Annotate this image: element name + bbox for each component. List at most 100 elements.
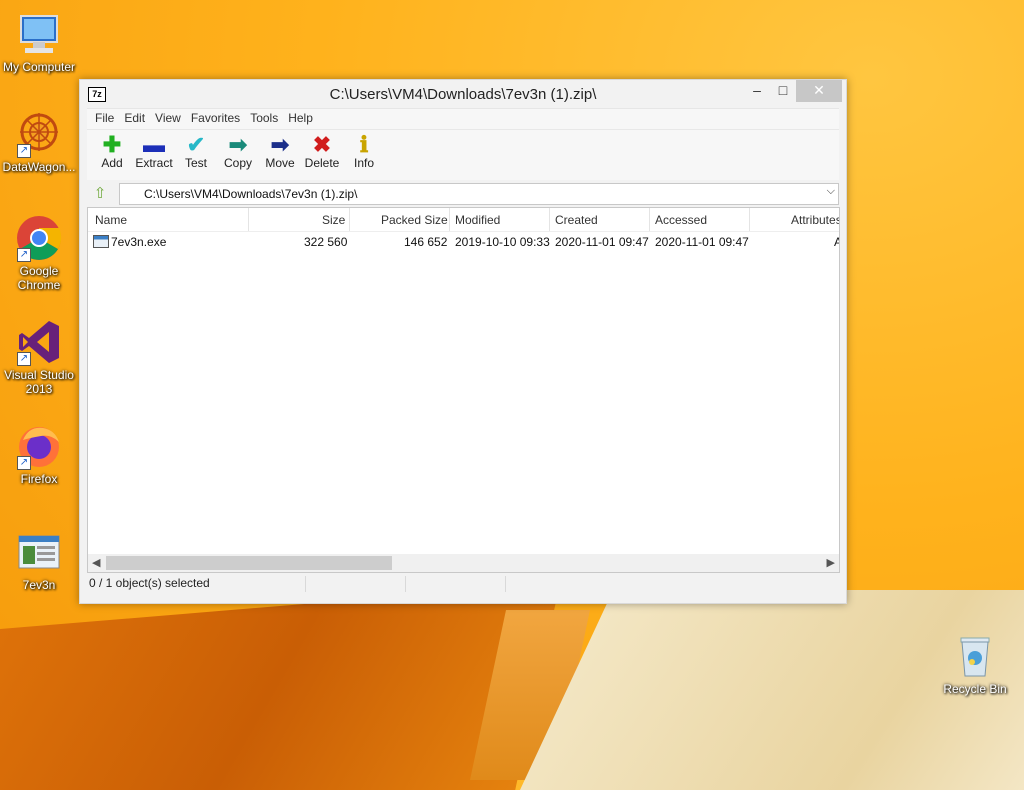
move-arrow-icon: ➡ [270, 132, 290, 157]
minimize-button[interactable]: – [744, 80, 770, 102]
desktop-icon-label: Google Chrome [17, 264, 61, 292]
column-attributes[interactable]: Attributes [791, 213, 839, 227]
add-button[interactable]: ✚ Add [91, 130, 133, 180]
maximize-button[interactable]: □ [770, 80, 796, 102]
cell-accessed: 2020-11-01 09:47 [655, 235, 749, 249]
desktop-icon-7ev3n[interactable]: 7ev3n [1, 528, 77, 592]
column-separator[interactable] [549, 208, 550, 231]
menu-tools[interactable]: Tools [246, 109, 284, 129]
chrome-icon: ↗ [15, 214, 63, 262]
title-bar[interactable]: 7z C:\Users\VM4\Downloads\7ev3n (1).zip\… [80, 80, 846, 108]
status-bar: 0 / 1 object(s) selected [87, 574, 838, 594]
close-button[interactable]: ✕ [796, 80, 842, 102]
visual-studio-icon: ↗ [15, 318, 63, 366]
window-title: C:\Users\VM4\Downloads\7ev3n (1).zip\ [329, 86, 597, 103]
move-label: Move [265, 156, 295, 170]
menu-bar: File Edit View Favorites Tools Help [87, 108, 839, 129]
minus-icon: ▬ [143, 132, 165, 157]
address-bar: ⇧ C:\Users\VM4\Downloads\7ev3n (1).zip\ … [87, 181, 839, 207]
table-row[interactable]: 7ev3n.exe 322 560 146 652 2019-10-10 09:… [88, 232, 839, 252]
desktop-icon-firefox[interactable]: ↗ Firefox [1, 422, 77, 486]
cell-attributes: A [834, 235, 839, 249]
copy-arrow-icon: ➡ [228, 132, 248, 157]
scroll-left-icon[interactable]: ◀ [92, 556, 100, 569]
desktop-icon-datawagon[interactable]: ↗ DataWagon... [1, 110, 77, 174]
datawagon-icon: ↗ [15, 110, 63, 158]
test-label: Test [184, 156, 207, 170]
cell-modified: 2019-10-10 09:33 [455, 235, 550, 249]
scroll-thumb[interactable] [106, 556, 392, 570]
status-selection: 0 / 1 object(s) selected [89, 576, 210, 590]
column-packed-size[interactable]: Packed Size [381, 213, 448, 227]
cell-created: 2020-11-01 09:47 [555, 235, 649, 249]
computer-icon [15, 10, 63, 58]
desktop-icon-google-chrome[interactable]: ↗ Google Chrome [1, 214, 77, 292]
column-size[interactable]: Size [322, 213, 345, 227]
menu-view[interactable]: View [151, 109, 187, 129]
column-separator[interactable] [649, 208, 650, 231]
status-cell-4 [507, 574, 509, 594]
info-icon: ℹ [359, 132, 369, 157]
desktop-icon-label: Visual Studio 2013 [4, 368, 74, 396]
desktop-icon-recycle-bin[interactable]: Recycle Bin [937, 632, 1013, 696]
cell-name: 7ev3n.exe [111, 235, 167, 249]
desktop-icon-label: My Computer [2, 60, 76, 74]
delete-button[interactable]: ✖ Delete [301, 130, 343, 180]
delete-label: Delete [304, 156, 340, 170]
info-button[interactable]: ℹ Info [343, 130, 385, 180]
column-created[interactable]: Created [555, 213, 598, 227]
cell-size: 322 560 [304, 235, 348, 249]
menu-favorites[interactable]: Favorites [187, 109, 246, 129]
firefox-icon: ↗ [15, 422, 63, 470]
desktop-icon-label: Recycle Bin [943, 682, 1007, 696]
desktop-icon-label: DataWagon... [2, 160, 76, 174]
status-separator [405, 576, 406, 592]
move-button[interactable]: ➡ Move [259, 130, 301, 180]
delete-x-icon: ✖ [312, 132, 332, 157]
extract-label: Extract [135, 156, 173, 170]
column-separator[interactable] [449, 208, 450, 231]
column-separator[interactable] [248, 208, 249, 231]
menu-help[interactable]: Help [284, 109, 319, 129]
extract-button[interactable]: ▬ Extract [133, 130, 175, 180]
shortcut-arrow-icon: ↗ [17, 352, 31, 366]
recycle-bin-icon [951, 632, 999, 680]
exe-file-icon [93, 235, 109, 248]
up-folder-icon[interactable]: ⇧ [91, 185, 109, 203]
test-button[interactable]: ✔ Test [175, 130, 217, 180]
column-accessed[interactable]: Accessed [655, 213, 707, 227]
cell-packed-size: 146 652 [404, 235, 448, 249]
desktop-icon-visual-studio[interactable]: ↗ Visual Studio 2013 [1, 318, 77, 396]
scroll-right-icon[interactable]: ▶ [827, 556, 835, 569]
info-label: Info [353, 156, 374, 170]
list-header: Name Size Packed Size Modified Created A… [88, 208, 839, 232]
column-modified[interactable]: Modified [455, 213, 500, 227]
file-list[interactable]: Name Size Packed Size Modified Created A… [87, 207, 840, 573]
add-label: Add [101, 156, 123, 170]
status-cell-2 [307, 574, 309, 594]
column-name[interactable]: Name [95, 213, 127, 227]
status-separator [505, 576, 506, 592]
status-separator [305, 576, 306, 592]
toolbar: ✚ Add ▬ Extract ✔ Test ➡ Copy ➡ Move ✖ D… [87, 129, 839, 180]
shortcut-arrow-icon: ↗ [17, 456, 31, 470]
copy-button[interactable]: ➡ Copy [217, 130, 259, 180]
shortcut-arrow-icon: ↗ [17, 248, 31, 262]
desktop-icon-my-computer[interactable]: My Computer [1, 10, 77, 74]
menu-file[interactable]: File [91, 109, 120, 129]
desktop-icon-label: Firefox [20, 472, 58, 486]
check-icon: ✔ [186, 132, 206, 157]
column-separator[interactable] [749, 208, 750, 231]
horizontal-scrollbar[interactable]: ◀ ▶ [88, 554, 839, 572]
copy-label: Copy [223, 156, 252, 170]
plus-icon: ✚ [102, 132, 122, 157]
shortcut-arrow-icon: ↗ [17, 144, 31, 158]
chevron-down-icon[interactable]: ⌵ [827, 185, 835, 198]
column-separator[interactable] [349, 208, 350, 231]
status-cell-3 [407, 574, 409, 594]
menu-edit[interactable]: Edit [120, 109, 151, 129]
7zip-window: 7z C:\Users\VM4\Downloads\7ev3n (1).zip\… [79, 79, 847, 604]
file-icon [15, 528, 63, 576]
address-input[interactable]: C:\Users\VM4\Downloads\7ev3n (1).zip\ [119, 183, 839, 205]
desktop-icon-label: 7ev3n [22, 578, 56, 592]
